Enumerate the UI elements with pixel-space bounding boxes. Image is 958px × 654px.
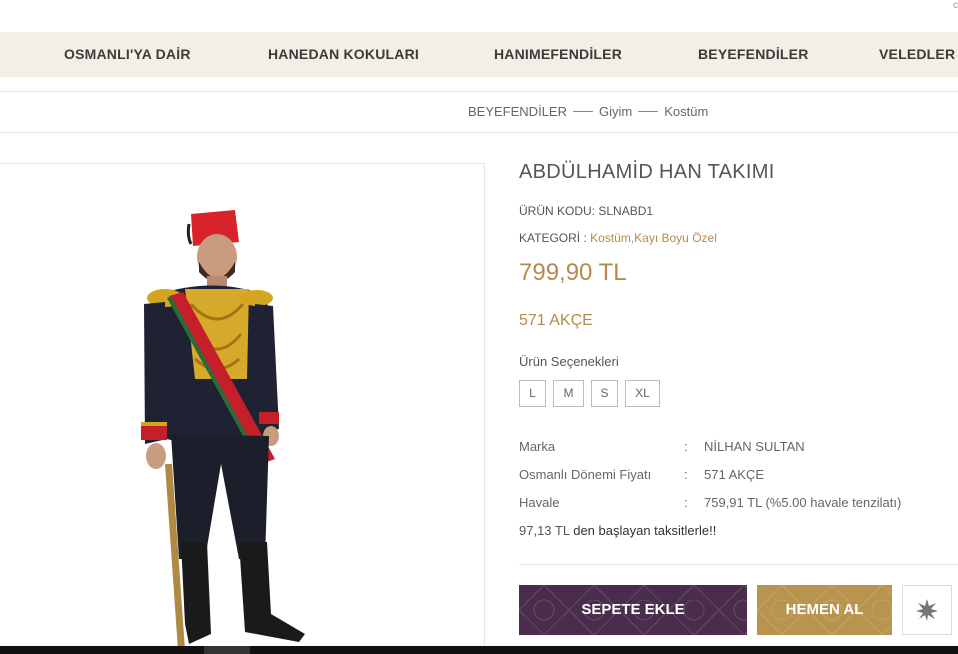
spec-value: 571 AKÇE (704, 467, 764, 482)
spec-colon: : (684, 467, 688, 482)
product-price: 799,90 TL (519, 259, 627, 286)
installment-text: den başlayan taksitlerle!! (569, 523, 717, 538)
installment-note: 97,13 TL den başlayan taksitlerle!! (519, 523, 716, 538)
size-options: L M S XL (519, 380, 660, 407)
spec-value: 759,91 TL (%5.00 havale tenzilatı) (704, 495, 902, 510)
size-option-l[interactable]: L (519, 380, 546, 407)
scroll-thumb[interactable] (204, 646, 250, 654)
buy-now-label: HEMEN AL (785, 601, 864, 618)
category-label: KATEGORİ : (519, 231, 587, 245)
size-option-s[interactable]: S (591, 380, 618, 407)
add-to-cart-button[interactable]: SEPETE EKLE (519, 585, 747, 635)
breadcrumb-kostum[interactable]: Kostüm (664, 104, 708, 119)
product-akce-price: 571 AKÇE (519, 312, 593, 329)
breadcrumb-separator (572, 111, 593, 112)
product-title: ABDÜLHAMİD HAN TAKIMI (519, 161, 775, 183)
divider (519, 564, 958, 565)
product-photo (141, 210, 305, 654)
product-category: KATEGORİ : Kostüm,Kayı Boyu Özel (519, 231, 717, 245)
main-nav: OSMANLI'YA DAİR HANEDAN KOKULARI HANIMEF… (0, 32, 958, 77)
top-strip: c (0, 0, 958, 32)
spec-colon: : (684, 439, 688, 454)
spec-value: NİLHAN SULTAN (704, 439, 805, 454)
nav-item-beyefendiler[interactable]: BEYEFENDİLER (698, 32, 809, 77)
buy-now-button[interactable]: HEMEN AL (757, 585, 892, 635)
spec-key: Havale (519, 495, 560, 510)
bottom-bar (0, 646, 958, 654)
spec-key: Osmanlı Dönemi Fiyatı (519, 467, 652, 482)
size-option-xl[interactable]: XL (625, 380, 660, 407)
product-code: ÜRÜN KODU: SLNABD1 (519, 204, 653, 218)
corner-glyph: c (953, 0, 958, 11)
breadcrumb-bar: BEYEFENDİLER Giyim Kostüm (0, 91, 958, 133)
add-to-cart-label: SEPETE EKLE (581, 601, 685, 618)
nav-item-osmanliya-dair[interactable]: OSMANLI'YA DAİR (64, 32, 191, 77)
installment-amount: 97,13 TL (519, 523, 570, 538)
breadcrumb: BEYEFENDİLER Giyim Kostüm (468, 104, 708, 119)
nav-item-veledler[interactable]: VELEDLER (879, 32, 955, 77)
category-links[interactable]: Kostüm,Kayı Boyu Özel (590, 231, 717, 245)
options-label: Ürün Seçenekleri (519, 354, 619, 369)
star-burst-icon (916, 599, 938, 621)
spec-colon: : (684, 495, 688, 510)
breadcrumb-beyefendiler[interactable]: BEYEFENDİLER (468, 104, 567, 119)
spec-key: Marka (519, 439, 556, 454)
nav-item-hanimefendiler[interactable]: HANIMEFENDİLER (494, 32, 622, 77)
product-code-value: SLNABD1 (598, 204, 654, 218)
breadcrumb-giyim[interactable]: Giyim (599, 104, 632, 119)
nav-item-hanedan-kokulari[interactable]: HANEDAN KOKULARI (268, 32, 419, 77)
favorite-button[interactable] (902, 585, 952, 635)
breadcrumb-separator (638, 111, 659, 112)
product-code-label: ÜRÜN KODU: (519, 204, 596, 218)
product-page: c OSMANLI'YA DAİR HANEDAN KOKULARI HANIM… (0, 0, 958, 654)
product-image[interactable] (0, 163, 485, 654)
size-option-m[interactable]: M (553, 380, 584, 407)
